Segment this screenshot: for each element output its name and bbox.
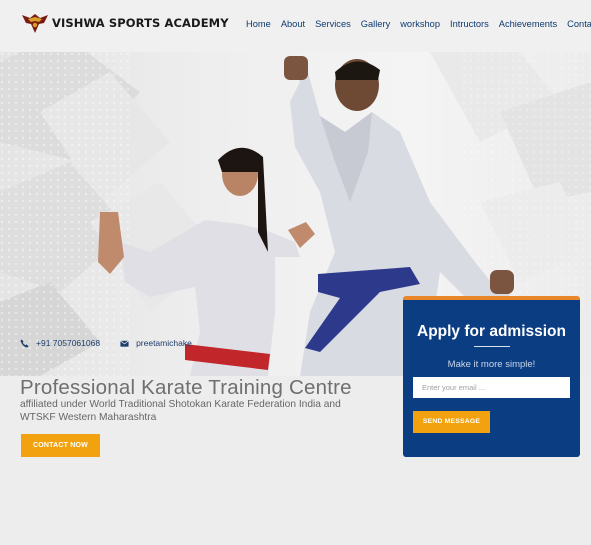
nav-contact[interactable]: Contact: [567, 19, 591, 29]
nav-about[interactable]: About: [281, 19, 305, 29]
phone-icon: [20, 338, 29, 348]
nav-workshop[interactable]: workshop: [400, 19, 440, 29]
contact-now-button[interactable]: CONTACT NOW: [21, 434, 100, 457]
admission-form: Apply for admission Make it more simple!…: [403, 296, 580, 457]
contact-info: +91 7057061068 preetamichake: [20, 338, 192, 348]
page: VISHWA SPORTS ACADEMY Home About Service…: [0, 0, 591, 545]
email-address[interactable]: preetamichake: [136, 338, 192, 348]
phone-number[interactable]: +91 7057061068: [36, 338, 100, 348]
send-message-button[interactable]: SEND MESSAGE: [413, 411, 490, 433]
brand-logo[interactable]: VISHWA SPORTS ACADEMY: [22, 12, 229, 34]
site-header: VISHWA SPORTS ACADEMY Home About Service…: [0, 0, 591, 52]
admission-title: Apply for admission: [417, 323, 566, 340]
nav-home[interactable]: Home: [246, 19, 271, 29]
nav-instructors[interactable]: Intructors: [450, 19, 489, 29]
brand-name: VISHWA SPORTS ACADEMY: [52, 16, 229, 30]
email-icon: [120, 340, 129, 347]
nav-achievements[interactable]: Achievements: [499, 19, 557, 29]
hero-title: Professional Karate Training Centre: [20, 376, 352, 399]
title-divider: [474, 346, 510, 347]
eagle-shield-icon: [22, 14, 48, 33]
email-input[interactable]: [413, 377, 570, 398]
hero-subtitle: affiliated under World Traditional Shoto…: [20, 399, 341, 423]
nav-gallery[interactable]: Gallery: [361, 19, 390, 29]
main-nav: Home About Services Gallery workshop Int…: [246, 19, 591, 29]
nav-services[interactable]: Services: [315, 19, 351, 29]
admission-subtitle: Make it more simple!: [447, 359, 536, 370]
